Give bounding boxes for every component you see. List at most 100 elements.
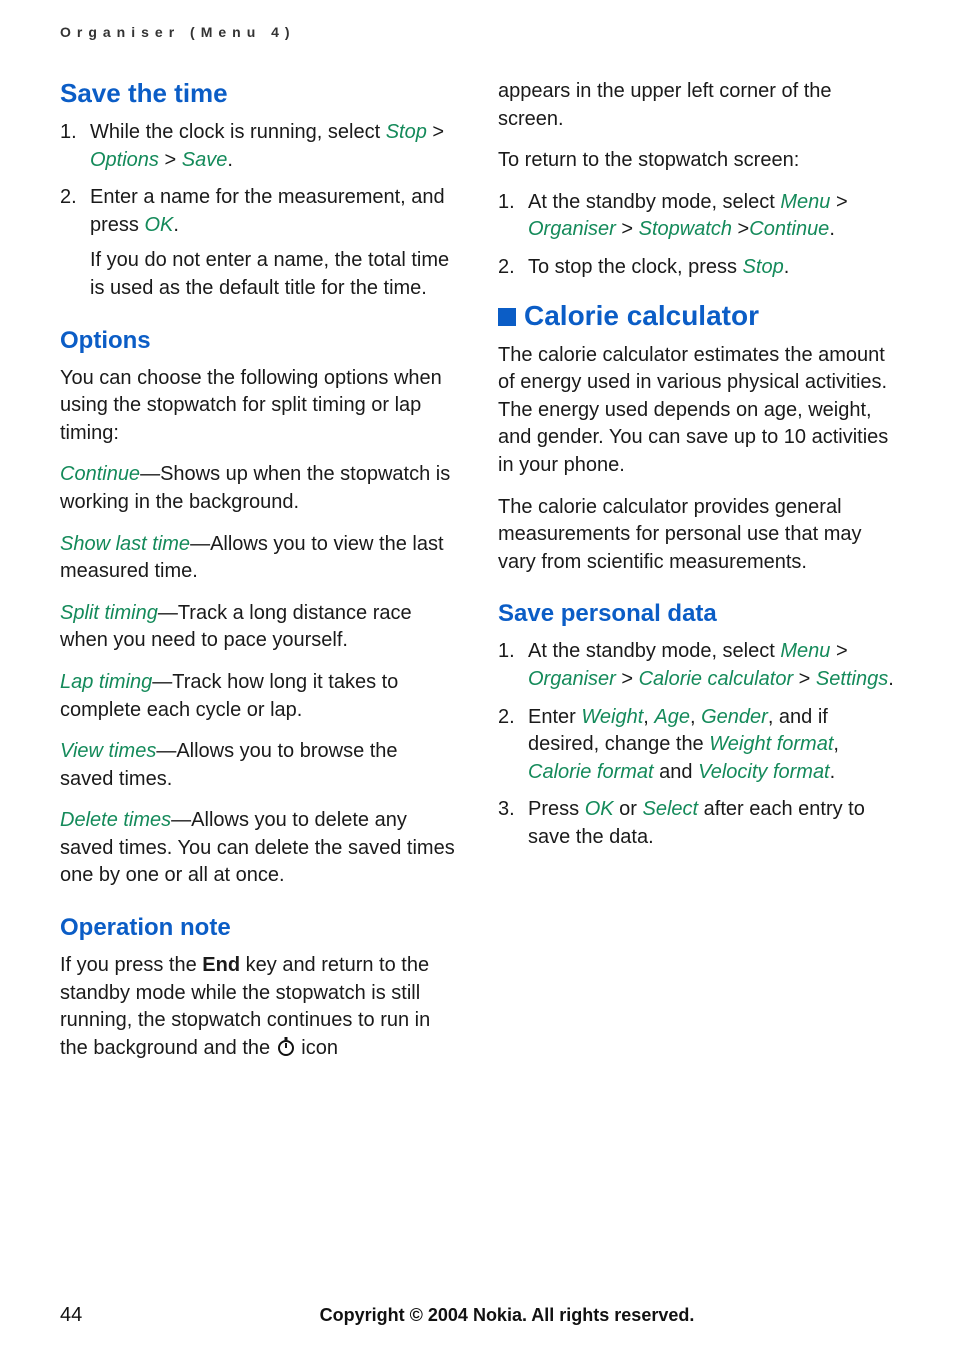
action-label: OK (144, 214, 173, 236)
text: To return to the stopwatch screen: (498, 147, 894, 175)
text: , (833, 733, 839, 755)
list-item: 2. Enter Weight, Age, Gender, and if des… (498, 704, 894, 787)
operation-note-text: If you press the End key and return to t… (60, 952, 456, 1062)
option-name: View times (60, 740, 156, 762)
text: > (159, 149, 182, 171)
text: The calorie calculator estimates the amo… (498, 342, 894, 480)
list-body: At the standby mode, select Menu > Organ… (528, 638, 894, 693)
option-item: Split timing—Track a long distance race … (60, 600, 456, 655)
action-label: Stop (743, 256, 784, 278)
heading-text: Calorie calculator (524, 300, 759, 332)
text: . (784, 256, 790, 278)
field-name: Weight (581, 706, 643, 728)
field-name: Weight format (709, 733, 833, 755)
field-name: Calorie format (528, 761, 654, 783)
page-number: 44 (60, 1304, 120, 1327)
text: To stop the clock, press (528, 256, 743, 278)
list-number: 3. (498, 796, 528, 851)
list-body: Enter Weight, Age, Gender, and if desire… (528, 704, 894, 787)
heading-save-the-time: Save the time (60, 78, 456, 109)
action-label: OK (585, 798, 614, 820)
save-time-list: 1. While the clock is running, select St… (60, 119, 456, 303)
list-body: Enter a name for the measurement, and pr… (90, 184, 456, 302)
list-number: 2. (60, 184, 90, 302)
field-name: Gender (701, 706, 768, 728)
text: If you do not enter a name, the total ti… (90, 247, 456, 302)
option-item: Continue—Shows up when the stopwatch is … (60, 461, 456, 516)
stopwatch-icon (276, 1036, 296, 1056)
text: At the standby mode, select (528, 640, 780, 662)
text: , (690, 706, 701, 728)
section-square-icon (498, 308, 516, 326)
list-item: 2. To stop the clock, press Stop. (498, 254, 894, 282)
menu-path-item: Stopwatch (639, 218, 732, 240)
text: At the standby mode, select (528, 191, 780, 213)
option-item: View times—Allows you to browse the save… (60, 738, 456, 793)
list-body: Press OK or Select after each entry to s… (528, 796, 894, 851)
text: > (830, 191, 847, 213)
text: Enter (528, 706, 581, 728)
list-body: To stop the clock, press Stop. (528, 254, 894, 282)
heading-operation-note: Operation note (60, 914, 456, 942)
text: . (888, 668, 894, 690)
text: While the clock is running, select (90, 121, 386, 143)
text: > (616, 668, 639, 690)
list-body: At the standby mode, select Menu > Organ… (528, 189, 894, 244)
text: > (427, 121, 444, 143)
menu-path-item: Organiser (528, 218, 616, 240)
heading-options: Options (60, 327, 456, 355)
menu-path-item: Calorie calculator (639, 668, 794, 690)
menu-path-item: Settings (816, 668, 888, 690)
option-item: Lap timing—Track how long it takes to co… (60, 669, 456, 724)
text: . (829, 218, 835, 240)
menu-path-item: Options (90, 149, 159, 171)
menu-path-item: Organiser (528, 668, 616, 690)
menu-path-item: Continue (749, 218, 829, 240)
text: icon (296, 1037, 338, 1059)
field-name: Age (654, 706, 690, 728)
action-label: Select (643, 798, 699, 820)
menu-path-item: Menu (780, 191, 830, 213)
text: The calorie calculator provides general … (498, 494, 894, 577)
content-columns: Save the time 1. While the clock is runn… (60, 68, 894, 1076)
text: . (830, 761, 836, 783)
option-name: Lap timing (60, 671, 152, 693)
option-item: Show last time—Allows you to view the la… (60, 531, 456, 586)
list-number: 1. (498, 189, 528, 244)
text: , (643, 706, 654, 728)
text: and (654, 761, 698, 783)
list-number: 1. (60, 119, 90, 174)
list-item: 3. Press OK or Select after each entry t… (498, 796, 894, 851)
option-item: Delete times—Allows you to delete any sa… (60, 807, 456, 890)
field-name: Velocity format (698, 761, 830, 783)
list-number: 2. (498, 704, 528, 787)
list-number: 2. (498, 254, 528, 282)
left-column: Save the time 1. While the clock is runn… (60, 68, 456, 1076)
heading-calorie-calculator: Calorie calculator (498, 300, 894, 332)
text: If you press the (60, 954, 202, 976)
list-item: 1. At the standby mode, select Menu > Or… (498, 638, 894, 693)
text: > (616, 218, 639, 240)
text: or (614, 798, 643, 820)
list-item: 1. At the standby mode, select Menu > Or… (498, 189, 894, 244)
option-name: Continue (60, 463, 140, 485)
text: You can choose the following options whe… (60, 365, 456, 448)
option-name: Delete times (60, 809, 171, 831)
menu-path-item: Save (182, 149, 228, 171)
key-name: End (202, 954, 240, 976)
option-name: Show last time (60, 533, 190, 555)
save-personal-list: 1. At the standby mode, select Menu > Or… (498, 638, 894, 851)
heading-save-personal-data: Save personal data (498, 600, 894, 628)
text: > (830, 640, 847, 662)
list-item: 2. Enter a name for the measurement, and… (60, 184, 456, 302)
menu-path-item: Menu (780, 640, 830, 662)
option-name: Split timing (60, 602, 158, 624)
text: appears in the upper left corner of the … (498, 78, 894, 133)
text: Press (528, 798, 585, 820)
copyright-text: Copyright © 2004 Nokia. All rights reser… (120, 1305, 894, 1326)
page-footer: 44 Copyright © 2004 Nokia. All rights re… (60, 1304, 894, 1327)
list-body: While the clock is running, select Stop … (90, 119, 456, 174)
text: > (793, 668, 816, 690)
text: > (732, 218, 749, 240)
return-stopwatch-list: 1. At the standby mode, select Menu > Or… (498, 189, 894, 282)
